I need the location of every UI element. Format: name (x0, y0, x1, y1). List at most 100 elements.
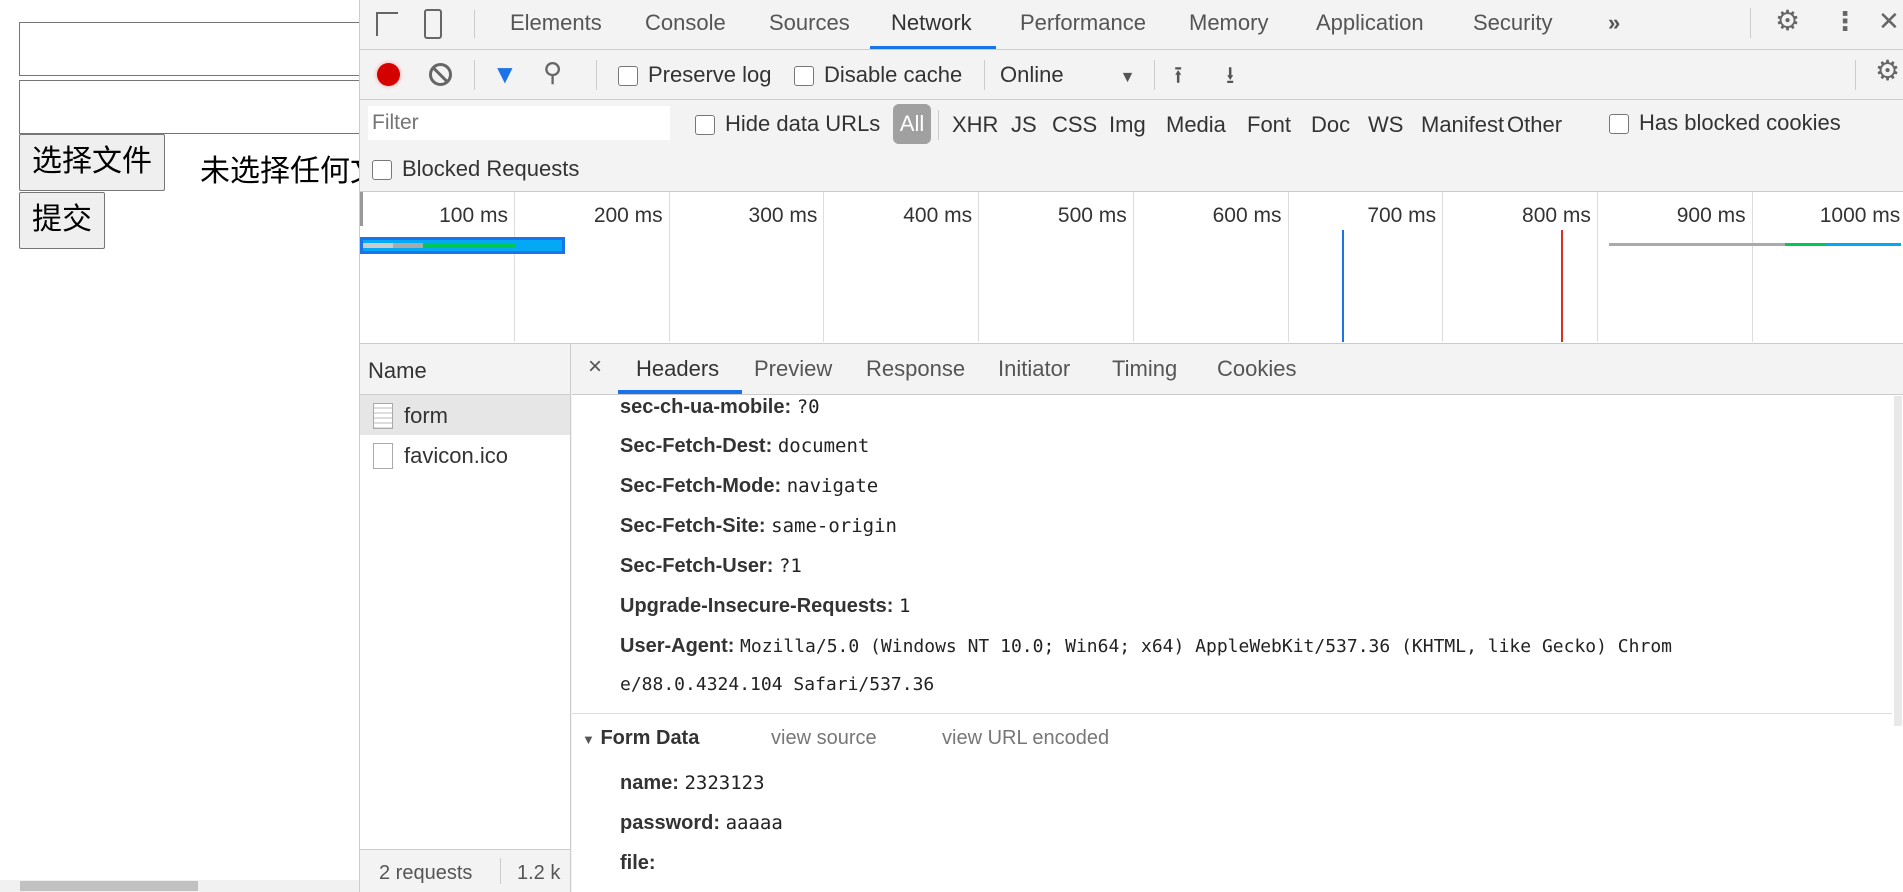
detail-scrollbar[interactable] (1894, 396, 1902, 726)
network-settings-icon[interactable]: ⚙ (1875, 54, 1900, 87)
scrollbar-thumb[interactable] (20, 881, 198, 891)
form-request-bar (360, 237, 565, 254)
header-row-user-agent-cont: e/88.0.4324.104 Safari/537.36 (620, 674, 935, 695)
view-source-link[interactable]: view source (771, 727, 877, 750)
clear-icon[interactable] (429, 63, 452, 86)
timeline-tick-label: 400 ms (903, 204, 973, 227)
filter-type-doc[interactable]: Doc (1311, 112, 1350, 138)
network-toolbar: ▼ ⚲ Preserve log Disable cache Online ▼ ⭱… (360, 50, 1903, 100)
request-name: favicon.ico (404, 443, 508, 468)
tab-network[interactable]: Network (891, 10, 972, 36)
submit-button[interactable]: 提交 (19, 192, 105, 249)
throttling-select[interactable]: Online ▼ (1000, 62, 1135, 88)
tab-elements[interactable]: Elements (510, 10, 602, 36)
devtools-tab-bar: Elements Console Sources Network Perform… (360, 0, 1903, 50)
filter-icon[interactable]: ▼ (492, 59, 518, 90)
detail-tab-cookies[interactable]: Cookies (1217, 356, 1296, 382)
filter-type-all[interactable]: All (893, 104, 931, 144)
hide-data-urls-checkbox[interactable]: Hide data URLs (695, 111, 880, 137)
tab-application[interactable]: Application (1316, 10, 1424, 36)
header-row: Sec-Fetch-Mode: navigate (620, 475, 879, 497)
record-icon[interactable] (377, 63, 400, 86)
devtools-panel: Elements Console Sources Network Perform… (359, 0, 1903, 892)
document-icon (373, 403, 393, 429)
device-toolbar-icon[interactable] (424, 9, 442, 39)
header-row: Upgrade-Insecure-Requests: 1 (620, 595, 911, 617)
timeline-tick-label: 300 ms (748, 204, 818, 227)
load-event-line (1561, 230, 1563, 342)
detail-tab-timing[interactable]: Timing (1112, 356, 1177, 382)
request-list: Name form favicon.ico 2 requests 1.2 k (360, 344, 571, 892)
detail-tab-preview[interactable]: Preview (754, 356, 832, 382)
preserve-log-checkbox[interactable]: Preserve log (618, 62, 772, 88)
tab-console[interactable]: Console (645, 10, 726, 36)
timeline-gridline (823, 192, 825, 342)
filter-type-css[interactable]: CSS (1052, 112, 1097, 138)
import-har-icon[interactable]: ⭱ (1174, 58, 1182, 99)
search-icon[interactable]: ⚲ (543, 57, 562, 88)
horizontal-scrollbar[interactable] (0, 880, 359, 892)
detail-tab-initiator[interactable]: Initiator (998, 356, 1070, 382)
filter-type-other[interactable]: Other (1507, 112, 1562, 138)
view-url-encoded-link[interactable]: view URL encoded (942, 727, 1109, 750)
form-field-row: file: (620, 852, 656, 874)
filter-bar: Hide data URLs All XHR JS CSS Img Media … (360, 100, 1903, 192)
dom-content-loaded-line (1342, 230, 1344, 342)
timeline-gridline (1596, 192, 1598, 342)
form-field-row: name: 2323123 (620, 772, 765, 794)
request-count: 2 requests (379, 862, 473, 884)
tab-security[interactable]: Security (1473, 10, 1552, 36)
header-row: Sec-Fetch-Dest: document (620, 435, 870, 457)
filter-type-font[interactable]: Font (1247, 112, 1291, 138)
filter-type-ws[interactable]: WS (1368, 112, 1403, 138)
inspect-element-icon[interactable] (376, 12, 398, 36)
favicon-request-bar (1609, 243, 1785, 246)
form-field-row: password: aaaaa (620, 812, 783, 834)
name-input[interactable] (19, 22, 364, 76)
filter-type-js[interactable]: JS (1011, 112, 1037, 138)
tab-performance[interactable]: Performance (1020, 10, 1146, 36)
close-devtools-icon[interactable]: ✕ (1878, 6, 1900, 37)
settings-gear-icon[interactable]: ⚙ (1775, 4, 1800, 37)
active-detail-tab-indicator (618, 390, 742, 394)
timeline-tick-label: 900 ms (1676, 204, 1746, 227)
request-row-form[interactable]: form (360, 395, 570, 435)
timeline-tick-label: 100 ms (439, 204, 508, 227)
export-har-icon[interactable]: ⭳ (1226, 58, 1234, 99)
tab-memory[interactable]: Memory (1189, 10, 1268, 36)
has-blocked-cookies-checkbox[interactable]: Has blocked cookies (1609, 110, 1841, 136)
transferred-size: 1.2 k (517, 862, 561, 884)
filter-type-media[interactable]: Media (1166, 112, 1226, 138)
disable-cache-checkbox[interactable]: Disable cache (794, 62, 962, 88)
file-icon (373, 443, 393, 469)
header-row: Sec-Fetch-User: ?1 (620, 555, 802, 577)
more-tabs-button[interactable]: » (1608, 10, 1620, 36)
name-column-header[interactable]: Name (368, 358, 427, 384)
timeline-tick-label: 800 ms (1522, 204, 1591, 227)
status-bar: 2 requests 1.2 k (360, 849, 570, 892)
filter-input[interactable] (368, 106, 670, 140)
timeline-gridline (978, 192, 980, 342)
timeline-gridline (1751, 192, 1753, 342)
filter-type-xhr[interactable]: XHR (952, 112, 998, 138)
request-detail (572, 344, 1903, 892)
header-row-user-agent: User-Agent: Mozilla/5.0 (Windows NT 10.0… (620, 635, 1672, 657)
timeline-gridline (668, 192, 670, 342)
more-options-icon[interactable]: ⋮ (1832, 6, 1858, 37)
blocked-requests-checkbox[interactable]: Blocked Requests (372, 156, 579, 182)
request-row-favicon[interactable]: favicon.ico (360, 435, 570, 475)
close-detail-button[interactable]: × (588, 353, 602, 381)
password-input[interactable] (19, 80, 364, 134)
detail-tab-headers[interactable]: Headers (636, 356, 719, 382)
timeline-tick-label: 500 ms (1057, 204, 1127, 227)
detail-tab-response[interactable]: Response (866, 356, 965, 382)
form-data-section-toggle[interactable]: ▼ Form Data (582, 727, 699, 750)
tab-sources[interactable]: Sources (769, 10, 850, 36)
timeline-tick-label: 600 ms (1212, 204, 1282, 227)
filter-type-img[interactable]: Img (1109, 112, 1146, 138)
filter-type-manifest[interactable]: Manifest (1421, 112, 1504, 138)
timeline-tick-label: 1000 ms (1819, 204, 1901, 227)
choose-file-button[interactable]: 选择文件 (19, 134, 165, 191)
timeline-gridline (1442, 192, 1444, 342)
request-name: form (404, 403, 448, 428)
